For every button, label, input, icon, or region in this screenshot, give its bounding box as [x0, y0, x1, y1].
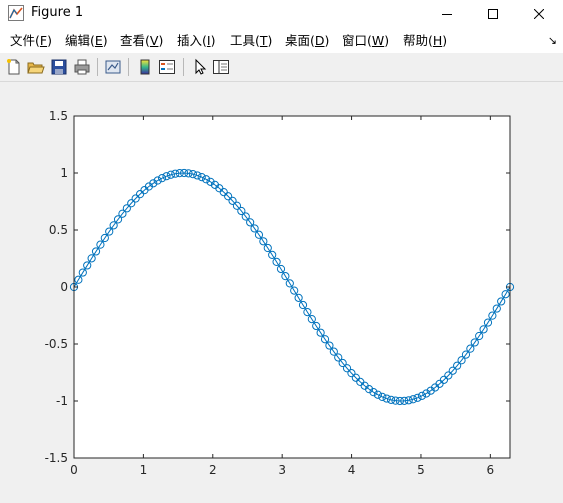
legend-icon[interactable]: [158, 58, 176, 76]
sine-plot-axes[interactable]: 0 1 2 3 4 5 6 1.5 1 0.5 0 -0.5 -1 -1.5: [0, 82, 563, 503]
minimize-icon: [442, 13, 452, 15]
figure-window: Figure 1 文件(F) 编辑(E) 查看(V) 插入(I) 工具(T) 桌…: [0, 0, 563, 503]
x-tick-label: 2: [209, 463, 217, 477]
print-icon[interactable]: [73, 58, 91, 76]
figure-toolbar: [0, 53, 563, 82]
toolbar-separator: [128, 58, 129, 76]
y-tick-label: -1.5: [45, 451, 68, 465]
y-tick-label: 0.5: [49, 223, 68, 237]
pointer-icon[interactable]: [191, 58, 209, 76]
maximize-icon: [488, 8, 498, 19]
menu-view[interactable]: 查看(V): [120, 33, 163, 49]
x-tick-label: 1: [140, 463, 148, 477]
menu-tools[interactable]: 工具(T): [230, 33, 272, 49]
y-tick-label: 0: [60, 280, 68, 294]
close-icon: [534, 8, 544, 19]
x-tick-label: 4: [348, 463, 356, 477]
y-tick-label: -1: [56, 394, 68, 408]
property-inspector-icon[interactable]: [212, 58, 230, 76]
link-plot-icon[interactable]: [104, 58, 122, 76]
x-tick-label: 0: [70, 463, 78, 477]
menu-help[interactable]: 帮助(H): [403, 33, 447, 49]
menu-bar: 文件(F) 编辑(E) 查看(V) 插入(I) 工具(T) 桌面(D) 窗口(W…: [0, 27, 563, 53]
y-tick-label: 1.5: [49, 109, 68, 123]
open-file-icon[interactable]: [27, 58, 45, 76]
x-tick-label: 5: [417, 463, 425, 477]
x-tick-label: 6: [487, 463, 495, 477]
close-button[interactable]: [516, 0, 562, 27]
y-tick-label: 1: [60, 166, 68, 180]
toolbar-separator: [183, 58, 184, 76]
minimize-button[interactable]: [424, 0, 470, 27]
figure-canvas[interactable]: 0 1 2 3 4 5 6 1.5 1 0.5 0 -0.5 -1 -1.5: [0, 82, 563, 503]
y-tick-label: -0.5: [45, 337, 68, 351]
menu-edit[interactable]: 编辑(E): [65, 33, 108, 49]
title-bar: Figure 1: [0, 0, 563, 27]
dock-arrow-icon[interactable]: ↘: [548, 34, 557, 47]
toolbar-separator: [97, 58, 98, 76]
save-icon[interactable]: [50, 58, 68, 76]
matlab-figure-icon: [8, 5, 24, 21]
x-tick-label: 3: [278, 463, 286, 477]
window-title: Figure 1: [31, 5, 84, 20]
maximize-button[interactable]: [470, 0, 516, 27]
menu-insert[interactable]: 插入(I): [177, 33, 215, 49]
menu-file[interactable]: 文件(F): [10, 33, 52, 49]
colorbar-icon[interactable]: [136, 58, 154, 76]
menu-desktop[interactable]: 桌面(D): [285, 33, 329, 49]
menu-window[interactable]: 窗口(W): [342, 33, 389, 49]
new-figure-icon[interactable]: [5, 58, 23, 76]
